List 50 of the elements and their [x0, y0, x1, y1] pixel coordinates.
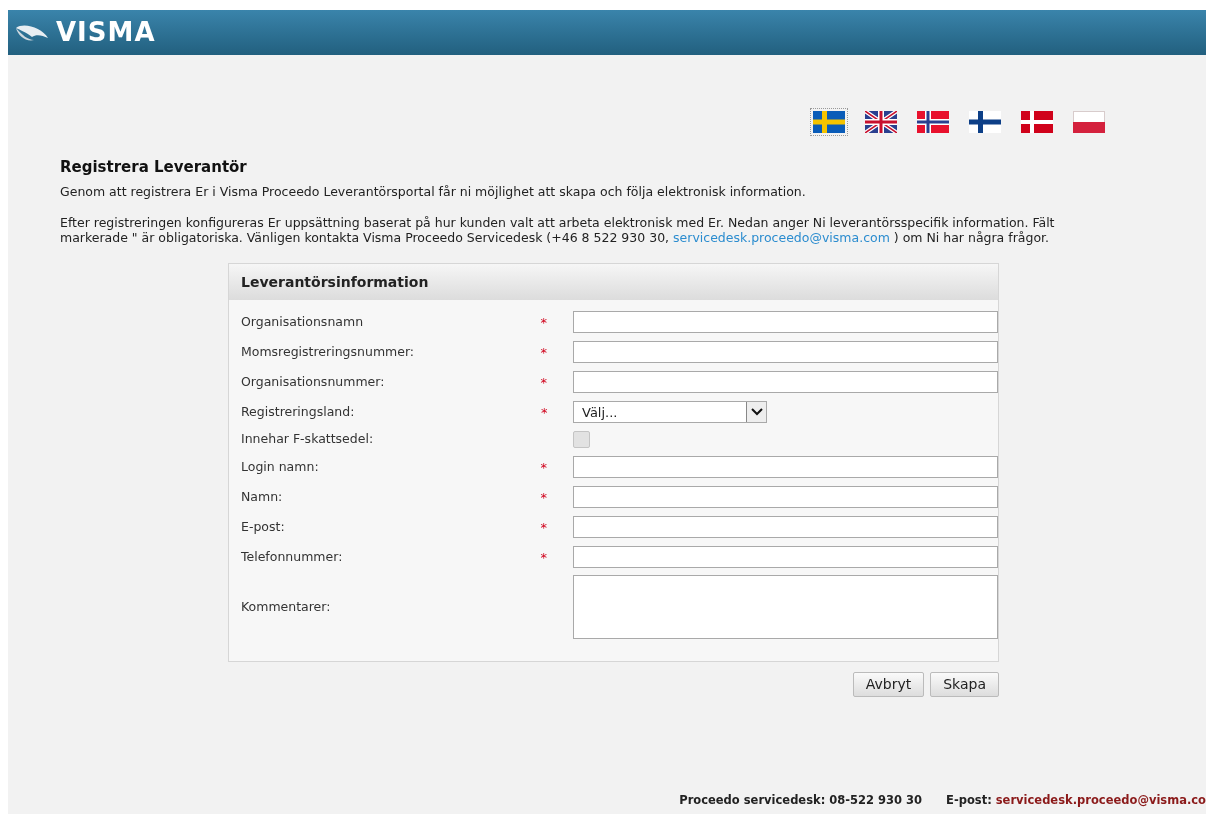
text-input[interactable]	[572, 341, 998, 364]
field-label: Registreringsland:	[241, 402, 356, 421]
field-label: Telefonnummer:	[241, 547, 344, 566]
text-input[interactable]	[572, 546, 998, 568]
swedish-flag-icon	[813, 111, 845, 133]
field-label: Innehar F-skattsedel:	[241, 430, 375, 449]
language-button[interactable]	[1018, 108, 1056, 136]
language-button[interactable]	[1070, 108, 1108, 136]
language-button[interactable]	[862, 108, 900, 136]
logo-text: VISMA	[56, 16, 156, 49]
chevron-down-icon	[750, 408, 763, 417]
country-dropdown[interactable]: Välj...	[573, 401, 767, 424]
norwegian-flag-icon	[917, 111, 949, 133]
text-input[interactable]	[572, 516, 998, 538]
required-asterisk: *	[540, 490, 548, 505]
panel-title: Leverantörsinformation	[241, 272, 429, 292]
form-button[interactable]: Skapa	[930, 672, 999, 697]
danish-flag-icon	[1021, 111, 1053, 133]
field-label: Kommentarer:	[241, 597, 332, 616]
field-label: Organisationsnummer:	[241, 372, 386, 391]
footer-email-link[interactable]: servicedesk.proceedo@visma.co	[995, 792, 1206, 814]
text-input[interactable]	[572, 311, 998, 334]
required-asterisk: *	[540, 550, 548, 565]
language-button[interactable]	[966, 108, 1004, 136]
required-asterisk: *	[540, 345, 548, 361]
page-title: Registrera Leverantör	[60, 157, 248, 178]
text-input[interactable]	[572, 456, 998, 478]
required-asterisk: *	[540, 520, 548, 535]
required-asterisk: *	[541, 405, 548, 421]
required-asterisk: *	[540, 460, 548, 475]
required-asterisk: *	[540, 375, 548, 391]
language-button[interactable]	[914, 108, 952, 136]
intro-text: Genom att registrera Er i Visma Proceedo Leverantörsportal får ni möjlighet att skapa och följa elektronisk information.	[60, 182, 807, 201]
info-text: Efter registreringen konfigureras Er uppsättning baserat på hur kunden valt att arbeta elektronisk med Er. Nedan anger Ni leverantörsspecifik information. Fält markerade " är obligatoriska. Vänligen kontakta Visma Proceedo Servicedesk (+46 8 522 930 30, servicedesk.proceedo@visma.com ) om Ni har några frågor.	[60, 215, 1056, 246]
text-input[interactable]	[572, 486, 998, 508]
footer-phone: Proceedo servicedesk: 08-522 930 30	[679, 792, 923, 809]
comment-textarea[interactable]	[572, 575, 998, 639]
form-button[interactable]: Avbryt	[852, 672, 925, 697]
field-label: Momsregistreringsnummer:	[241, 342, 416, 361]
polish-flag-icon	[1073, 111, 1105, 133]
field-label: E-post:	[241, 517, 286, 536]
language-button[interactable]	[810, 108, 848, 136]
text-input[interactable]	[572, 371, 998, 394]
british-flag-icon	[865, 111, 897, 133]
required-asterisk: *	[540, 315, 548, 331]
field-label: Login namn:	[241, 457, 320, 476]
field-label: Organisationsnamn	[241, 312, 365, 331]
footer-email-label: E-post:	[946, 792, 992, 809]
field-label: Namn:	[241, 487, 284, 506]
finnish-flag-icon	[969, 111, 1001, 133]
